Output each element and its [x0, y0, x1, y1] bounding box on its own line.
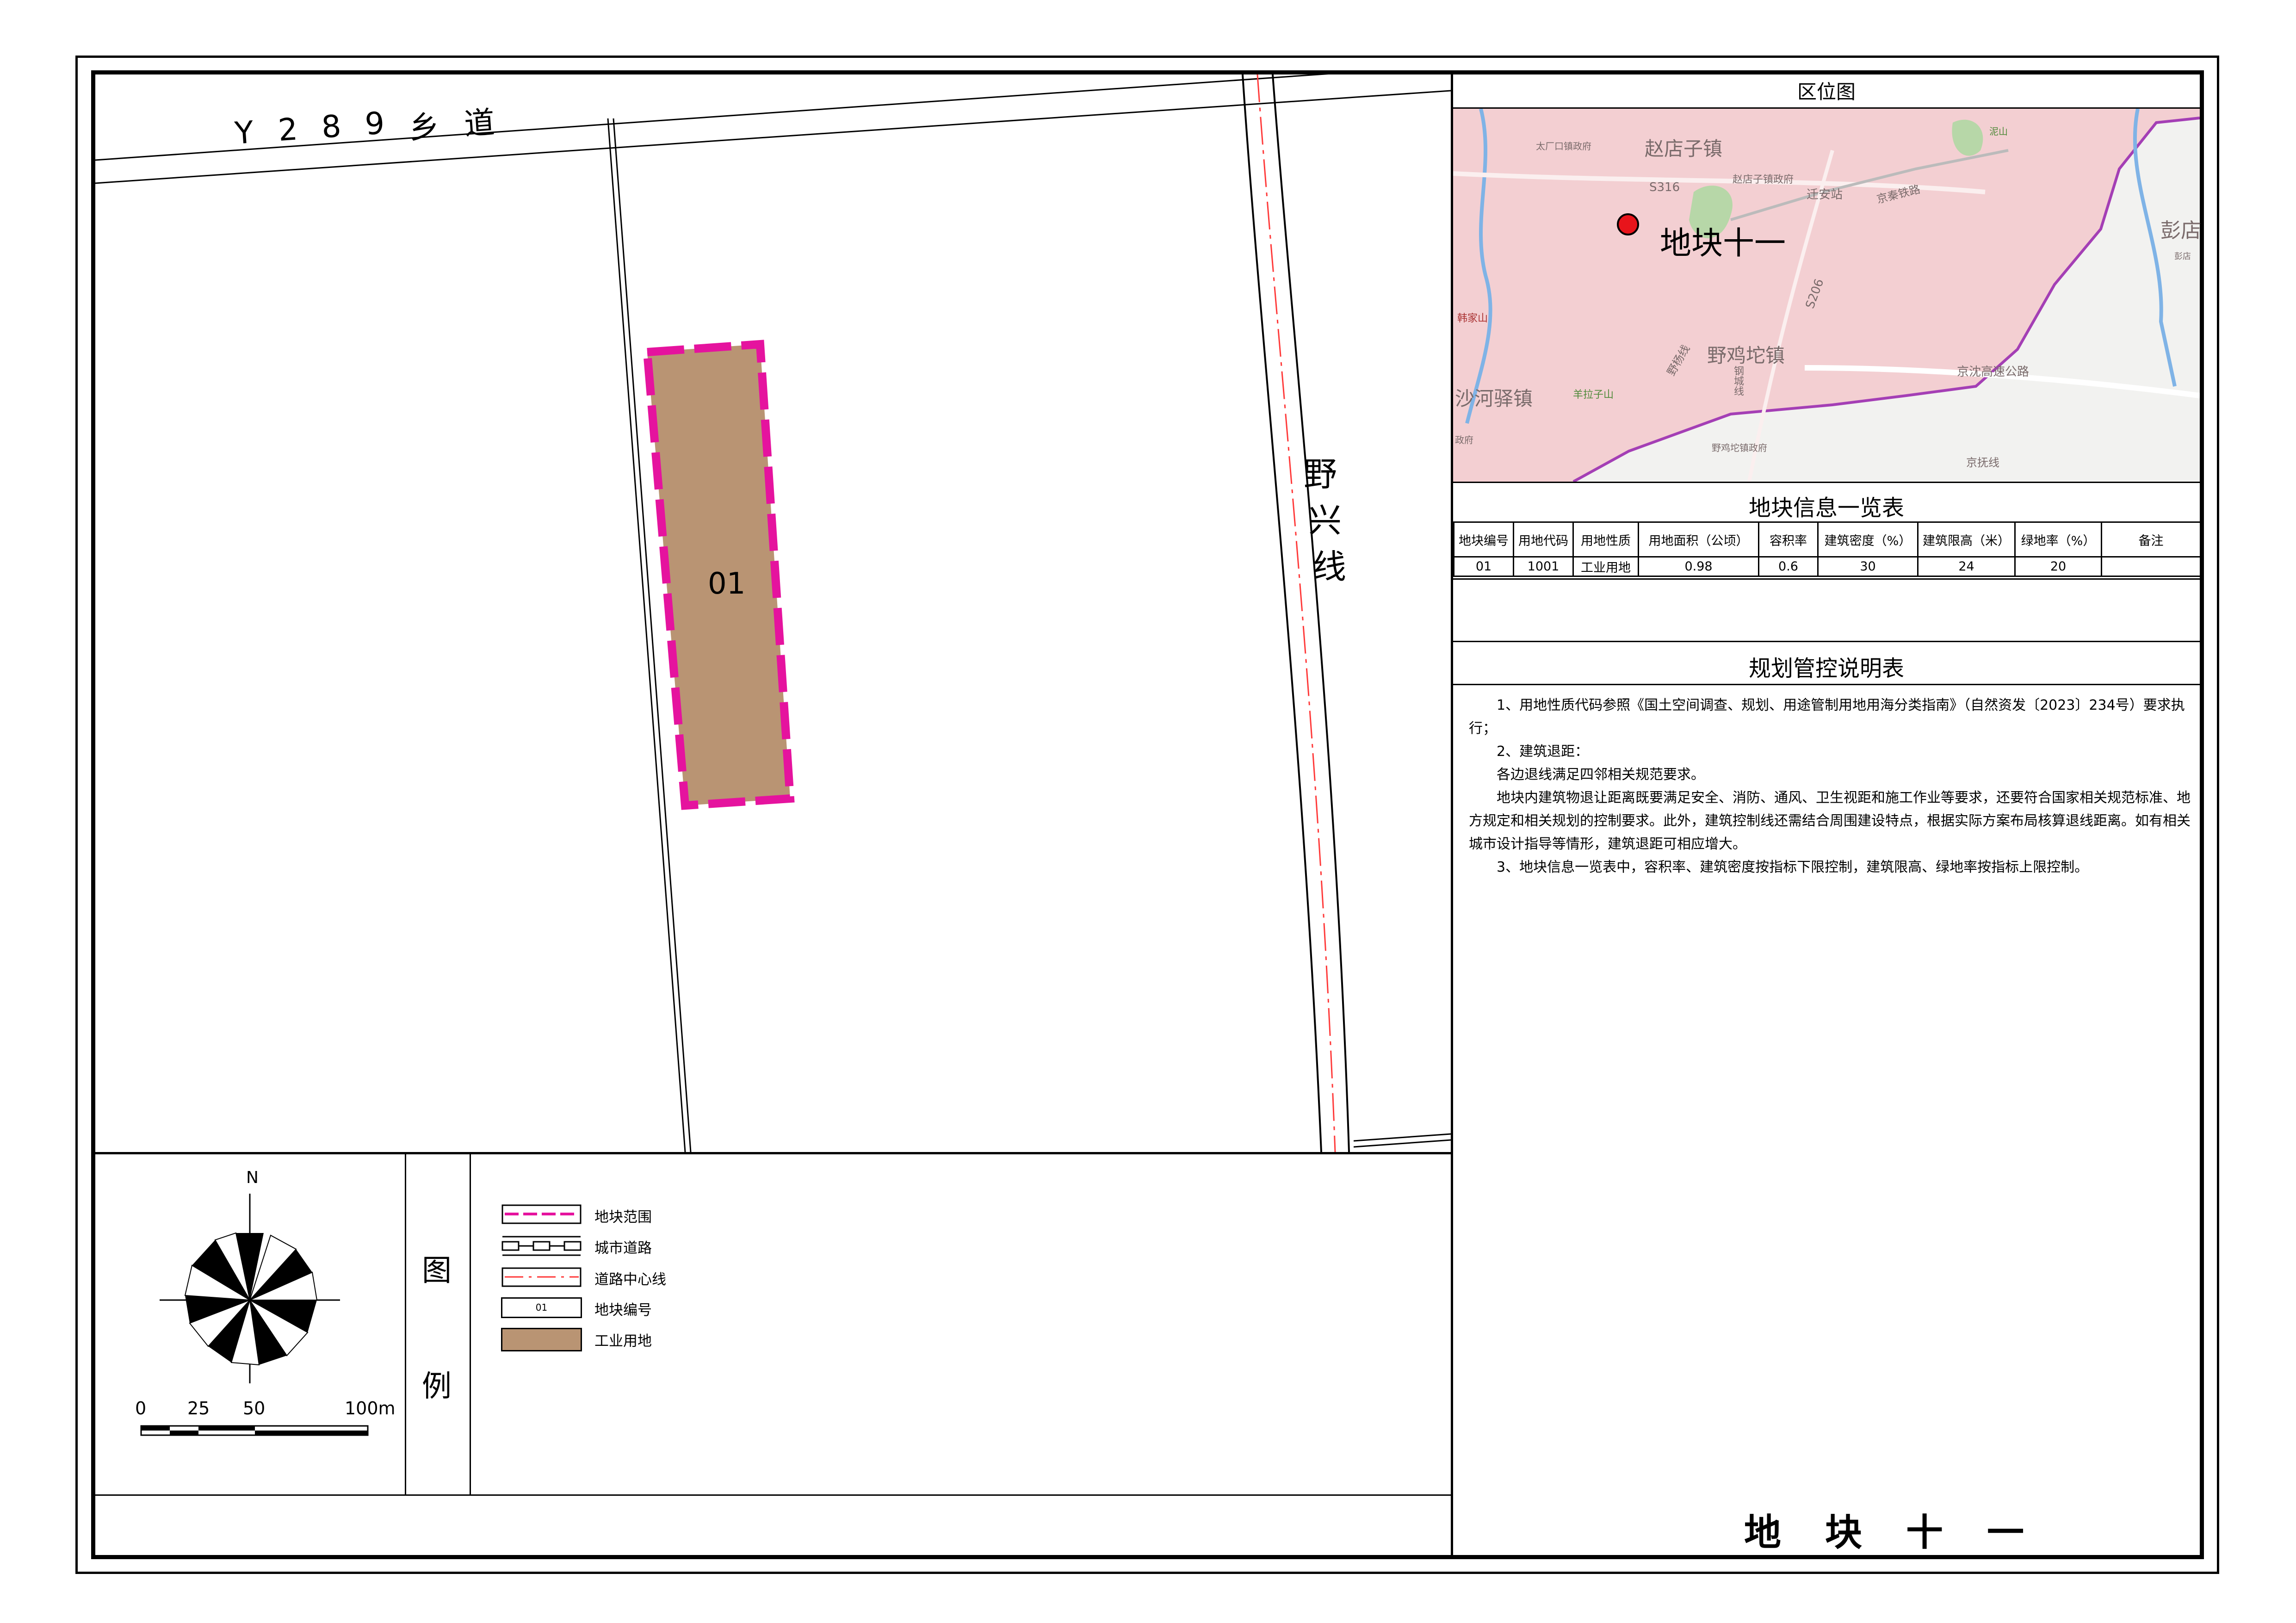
- y289-char: Y: [234, 114, 255, 151]
- parcel-number-sample: 01: [535, 1302, 548, 1313]
- header-cell: 用地面积（公顷）: [1638, 521, 1759, 558]
- location-label-gov: 政府: [1455, 434, 1473, 446]
- header-cell: 建筑限高（米）: [1917, 521, 2016, 558]
- note-paragraph: 3、地块信息一览表中，容积率、建筑密度按指标下限控制，建筑限高、绿地率按指标上限…: [1497, 859, 2089, 875]
- yexing-road-right-edge: [1272, 74, 1350, 1152]
- location-label-gangcheng-line: 钢城线: [1732, 365, 1744, 396]
- location-label-pengdian: 彭店: [2160, 219, 2201, 242]
- y289-char: 8: [320, 108, 342, 145]
- location-label-yanglazi: 羊拉子山: [1573, 389, 1614, 401]
- location-label-yejituo: 野鸡坨镇: [1707, 344, 1785, 367]
- header-cell: 地块编号: [1453, 521, 1514, 558]
- parcel-map: [95, 74, 1451, 1152]
- legend-compass-divider: [405, 1154, 406, 1494]
- bottom-right-road-stub: [1353, 1133, 1451, 1142]
- legend-label-parcel-number: 地块编号: [594, 1302, 652, 1319]
- location-label-qianan-station: 迁安站: [1807, 188, 1843, 202]
- y289-char: 9: [364, 105, 386, 142]
- legend-title-char-2: 例: [422, 1369, 452, 1404]
- table-cell: 24: [1917, 556, 2016, 577]
- location-label-pengdian-small: 彭店: [2174, 252, 2191, 261]
- location-map: [1453, 109, 2200, 482]
- yexing-char: 线: [1312, 547, 1346, 586]
- legend-label-parcel-boundary: 地块范围: [594, 1209, 652, 1226]
- legend-label-road-centerline: 道路中心线: [594, 1271, 666, 1288]
- note-paragraph: 地块内建筑物退让距离既要满足安全、消防、通风、卫生视距和施工作业等要求，还要符合…: [1469, 790, 2191, 852]
- yexing-road-left-edge: [1242, 74, 1322, 1152]
- table-row: 01 1001 工业用地 0.98 0.6 30 24 20: [1453, 556, 2201, 577]
- table-cell: 1001: [1513, 556, 1574, 577]
- header-cell: 用地性质: [1572, 521, 1639, 558]
- location-label-hanjiashan: 韩家山: [1457, 313, 1488, 324]
- sheet-title: 地块十一: [1744, 1511, 2068, 1554]
- table-cell: 01: [1453, 556, 1514, 577]
- legend-title-char-1: 图: [422, 1254, 452, 1288]
- table-cell: 20: [2014, 556, 2102, 577]
- control-notes-title: 规划管控说明表: [1748, 656, 1904, 681]
- y289-char: 道: [463, 104, 496, 142]
- city-road-symbol: [501, 1236, 582, 1256]
- parcel-01-label: 01: [708, 567, 746, 601]
- note-paragraph: 1、用地性质代码参照《国土空间调查、规划、用途管制用地用海分类指南》（自然资发〔…: [1469, 697, 2185, 737]
- info-table-bottom-divider: [1453, 578, 2200, 580]
- scale-tick-25: 25: [187, 1398, 210, 1419]
- parcel-info-table: 地块编号 用地代码 用地性质 用地面积（公顷） 容积率 建筑密度（%） 建筑限高…: [1453, 521, 2201, 577]
- compass-north-label: N: [246, 1168, 259, 1187]
- industrial-land-swatch: [501, 1328, 582, 1351]
- yexing-road-centerline: [1256, 74, 1336, 1152]
- header-cell: 容积率: [1758, 521, 1819, 558]
- location-marker-label: 地块十一: [1660, 225, 1786, 262]
- scale-tick-100m: 100m: [345, 1398, 396, 1419]
- location-label-yejituo-gov: 野鸡坨镇政府: [1712, 442, 1767, 453]
- note-paragraph: 各边退线满足四邻相关规范要求。: [1497, 767, 1705, 783]
- bottom-right-road-stub-2: [1353, 1139, 1451, 1148]
- note-paragraph: 2、建筑退距：: [1497, 743, 1589, 760]
- header-cell: 用地代码: [1513, 521, 1574, 558]
- table-cell: 工业用地: [1572, 556, 1639, 577]
- location-label-jingfu-line: 京抚线: [1966, 456, 1999, 469]
- y289-char: 乡: [408, 108, 441, 146]
- location-label-s316: S316: [1649, 180, 1680, 194]
- table-cell: 0.6: [1758, 556, 1819, 577]
- parcel-number-symbol: 01: [501, 1297, 582, 1318]
- scale-tick-50: 50: [243, 1398, 266, 1419]
- info-table-title: 地块信息一览表: [1748, 495, 1904, 521]
- table-cell: 0.98: [1638, 556, 1759, 577]
- header-cell: 建筑密度（%）: [1817, 521, 1918, 558]
- location-label-nishan: 泥山: [1989, 126, 2008, 137]
- legend-label-industrial-land: 工业用地: [594, 1333, 652, 1350]
- location-label-zhaodianzi: 赵店子镇: [1645, 137, 1723, 160]
- scale-bar: [140, 1425, 369, 1436]
- location-label-zhaodianzi-gov: 赵店子镇政府: [1733, 174, 1794, 186]
- table-cell: [2101, 556, 2201, 577]
- location-map-title: 区位图: [1797, 81, 1856, 103]
- legend-label-city-road: 城市道路: [594, 1240, 652, 1257]
- info-table-header-row: 地块编号 用地代码 用地性质 用地面积（公顷） 容积率 建筑密度（%） 建筑限高…: [1453, 521, 2201, 558]
- legend-bottom-divider: [91, 1494, 1453, 1496]
- table-cell: 30: [1817, 556, 1918, 577]
- header-cell: 备注: [2101, 521, 2201, 558]
- map-bottom-divider: [91, 1152, 1453, 1154]
- legend-title-divider: [470, 1154, 471, 1494]
- yexing-char: 兴: [1308, 501, 1342, 540]
- header-cell: 绿地率（%）: [2014, 521, 2102, 558]
- scale-tick-0: 0: [135, 1398, 147, 1419]
- notes-title-top-divider: [1453, 641, 2200, 642]
- location-label-jingshen-expressway: 京沈高速公路: [1957, 365, 2030, 379]
- info-title-top-divider: [1453, 482, 2200, 483]
- control-notes-body: 1、用地性质代码参照《国土空间调查、规划、用途管制用地用海分类指南》（自然资发〔…: [1469, 694, 2195, 879]
- y289-char: 2: [277, 111, 299, 149]
- location-label-taichangkou: 太厂口镇政府: [1536, 141, 1591, 152]
- yexing-road-label: 野 兴 线: [1303, 451, 1346, 590]
- parcel-boundary-symbol: [501, 1204, 582, 1224]
- notes-title-bottom-divider: [1453, 684, 2200, 685]
- location-label-shaheyi: 沙河驿镇: [1455, 387, 1533, 410]
- road-centerline-symbol: [501, 1267, 582, 1287]
- compass-icon: [160, 1194, 340, 1383]
- yexing-char: 野: [1303, 455, 1337, 494]
- location-marker: [1617, 213, 1639, 235]
